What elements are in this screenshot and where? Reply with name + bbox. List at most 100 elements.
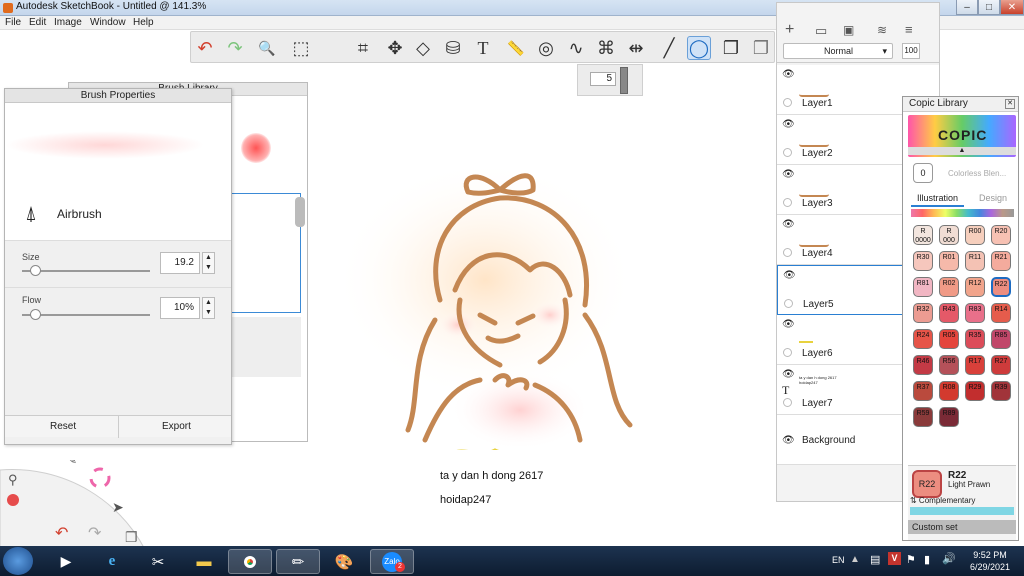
layer-opacity[interactable]: 100 <box>902 43 920 59</box>
add-group-icon[interactable]: ▭ <box>815 23 827 39</box>
copic-swatch[interactable]: R22 <box>991 277 1011 297</box>
copic-swatch[interactable]: R46 <box>913 355 933 375</box>
visibility-eye-icon[interactable]: 👁 <box>782 435 795 446</box>
copic-swatch[interactable]: R20 <box>991 225 1011 245</box>
curve-icon[interactable]: ∿ <box>564 36 588 60</box>
copic-swatch[interactable]: R05 <box>939 329 959 349</box>
complementary-color-bar[interactable] <box>910 507 1014 515</box>
copic-swatch[interactable]: R 000 <box>939 225 959 245</box>
size-slider-knob[interactable] <box>29 265 41 276</box>
brush-size-value[interactable]: 5 <box>590 72 616 86</box>
size-spinner[interactable]: ▲ ▼ <box>202 252 215 274</box>
export-button[interactable]: Export <box>162 421 191 432</box>
canvas-drawing[interactable] <box>330 140 660 450</box>
perspective-icon[interactable]: ⌘ <box>594 36 618 60</box>
crop-icon[interactable]: ⌗ <box>351 36 375 60</box>
copic-swatch[interactable]: R89 <box>939 407 959 427</box>
minimize-button[interactable]: – <box>956 0 978 15</box>
zalo-icon[interactable]: Zalo 2 <box>370 549 414 574</box>
visibility-eye-icon[interactable]: 👁 <box>783 270 796 281</box>
menu-window[interactable]: Window <box>90 17 126 28</box>
copic-swatch[interactable]: R01 <box>939 251 959 271</box>
snipping-tool-icon[interactable]: ✂ <box>136 549 180 574</box>
visibility-eye-icon[interactable]: 👁 <box>782 369 795 380</box>
copic-swatch[interactable]: R24 <box>913 329 933 349</box>
tab-illustration[interactable]: Illustration <box>911 193 965 207</box>
redo-icon[interactable]: ↷ <box>223 36 247 60</box>
blend-mode-select[interactable]: Normal ▾ <box>783 43 893 59</box>
ruler-icon[interactable]: 📏 <box>504 36 528 60</box>
copic-swatch[interactable]: R83 <box>965 303 985 323</box>
menu-file[interactable]: File <box>5 17 21 28</box>
colorless-swatch[interactable]: 0 <box>913 163 933 183</box>
tab-design[interactable]: Design <box>979 193 1007 203</box>
tray-network-icon[interactable]: ▮ <box>924 553 930 566</box>
zoom-icon[interactable]: 🔍 <box>255 36 279 60</box>
brush-library-scrollbar[interactable] <box>295 197 305 227</box>
close-icon[interactable]: ✕ <box>1005 99 1015 109</box>
tray-expand-icon[interactable]: ▲ <box>850 554 860 565</box>
brush-cell[interactable] <box>229 317 301 377</box>
system-clock[interactable]: 9:52 PM 6/29/2021 <box>960 549 1020 573</box>
selected-color-swatch[interactable]: R22 <box>912 470 942 498</box>
copic-swatch[interactable]: R43 <box>939 303 959 323</box>
copic-swatch[interactable]: R29 <box>965 381 985 401</box>
select-icon[interactable]: ⬚ <box>289 36 313 60</box>
chrome-icon[interactable] <box>228 549 272 574</box>
copic-swatch[interactable]: R14 <box>991 303 1011 323</box>
copy-icon[interactable]: ❐ <box>749 36 773 60</box>
paint-icon[interactable]: 🎨 <box>322 549 366 574</box>
copic-swatch[interactable]: R81 <box>913 277 933 297</box>
language-indicator[interactable]: EN <box>832 555 845 565</box>
internet-explorer-icon[interactable]: e <box>90 549 134 574</box>
layer-lock-radio[interactable] <box>783 198 792 207</box>
layer-lock-radio[interactable] <box>783 398 792 407</box>
layer-lock-radio[interactable] <box>783 348 792 357</box>
add-layer-icon[interactable]: + <box>785 21 794 39</box>
maximize-button[interactable]: □ <box>978 0 1000 15</box>
layer-menu-icon[interactable]: ≡ <box>905 22 913 37</box>
copic-swatch[interactable]: R12 <box>965 277 985 297</box>
visibility-eye-icon[interactable]: 👁 <box>782 319 795 330</box>
add-image-icon[interactable]: ▣ <box>843 23 854 37</box>
size-slider[interactable] <box>22 265 150 276</box>
copic-swatch[interactable]: R 0000 <box>913 225 933 245</box>
stroke-icon[interactable]: ╱ <box>657 36 681 60</box>
transform-icon[interactable]: ✥ <box>383 36 407 60</box>
color-family-strip[interactable] <box>911 209 1014 217</box>
lagoon-radial-menu[interactable]: ⚲ ➤ ↶ ↷ ❐ ✎ <box>0 460 150 560</box>
layer-lock-radio[interactable] <box>784 299 793 308</box>
file-explorer-icon[interactable]: ▬ <box>182 549 226 574</box>
flow-slider-knob[interactable] <box>29 309 41 320</box>
visibility-eye-icon[interactable]: 👁 <box>782 119 795 130</box>
copic-swatch[interactable]: R32 <box>913 303 933 323</box>
copic-swatch[interactable]: R00 <box>965 225 985 245</box>
flow-spinner[interactable]: ▲ ▼ <box>202 297 215 319</box>
media-player-icon[interactable]: ▶ <box>44 549 88 574</box>
copic-swatch[interactable]: R02 <box>939 277 959 297</box>
menu-image[interactable]: Image <box>54 17 82 28</box>
chevron-up-icon[interactable]: ▲ <box>908 147 1016 155</box>
text-icon[interactable]: T <box>471 36 495 60</box>
menu-edit[interactable]: Edit <box>29 17 46 28</box>
brush-size-slider[interactable] <box>620 67 628 94</box>
start-button[interactable] <box>3 547 33 575</box>
flow-slider[interactable] <box>22 309 150 320</box>
close-button[interactable]: ✕ <box>1000 0 1024 15</box>
copic-swatch[interactable]: R30 <box>913 251 933 271</box>
menu-help[interactable]: Help <box>133 17 154 28</box>
tray-flag-icon[interactable]: ⚑ <box>906 553 916 566</box>
ellipse-icon[interactable]: ◎ <box>534 36 558 60</box>
copic-swatch[interactable]: R11 <box>965 251 985 271</box>
shapes-icon[interactable]: ❐ <box>719 36 743 60</box>
lasso-icon[interactable]: ◯ <box>687 36 711 60</box>
size-value[interactable]: 19.2 <box>160 252 200 274</box>
undo-icon[interactable]: ↶ <box>193 36 217 60</box>
custom-set-header[interactable]: Custom set <box>908 520 1016 534</box>
complementary-label[interactable]: ⇅ Complementary <box>910 496 975 505</box>
layer-lock-radio[interactable] <box>783 148 792 157</box>
copic-swatch[interactable]: R21 <box>991 251 1011 271</box>
copic-swatch[interactable]: R59 <box>913 407 933 427</box>
visibility-eye-icon[interactable]: 👁 <box>782 69 795 80</box>
copic-swatch[interactable]: R39 <box>991 381 1011 401</box>
